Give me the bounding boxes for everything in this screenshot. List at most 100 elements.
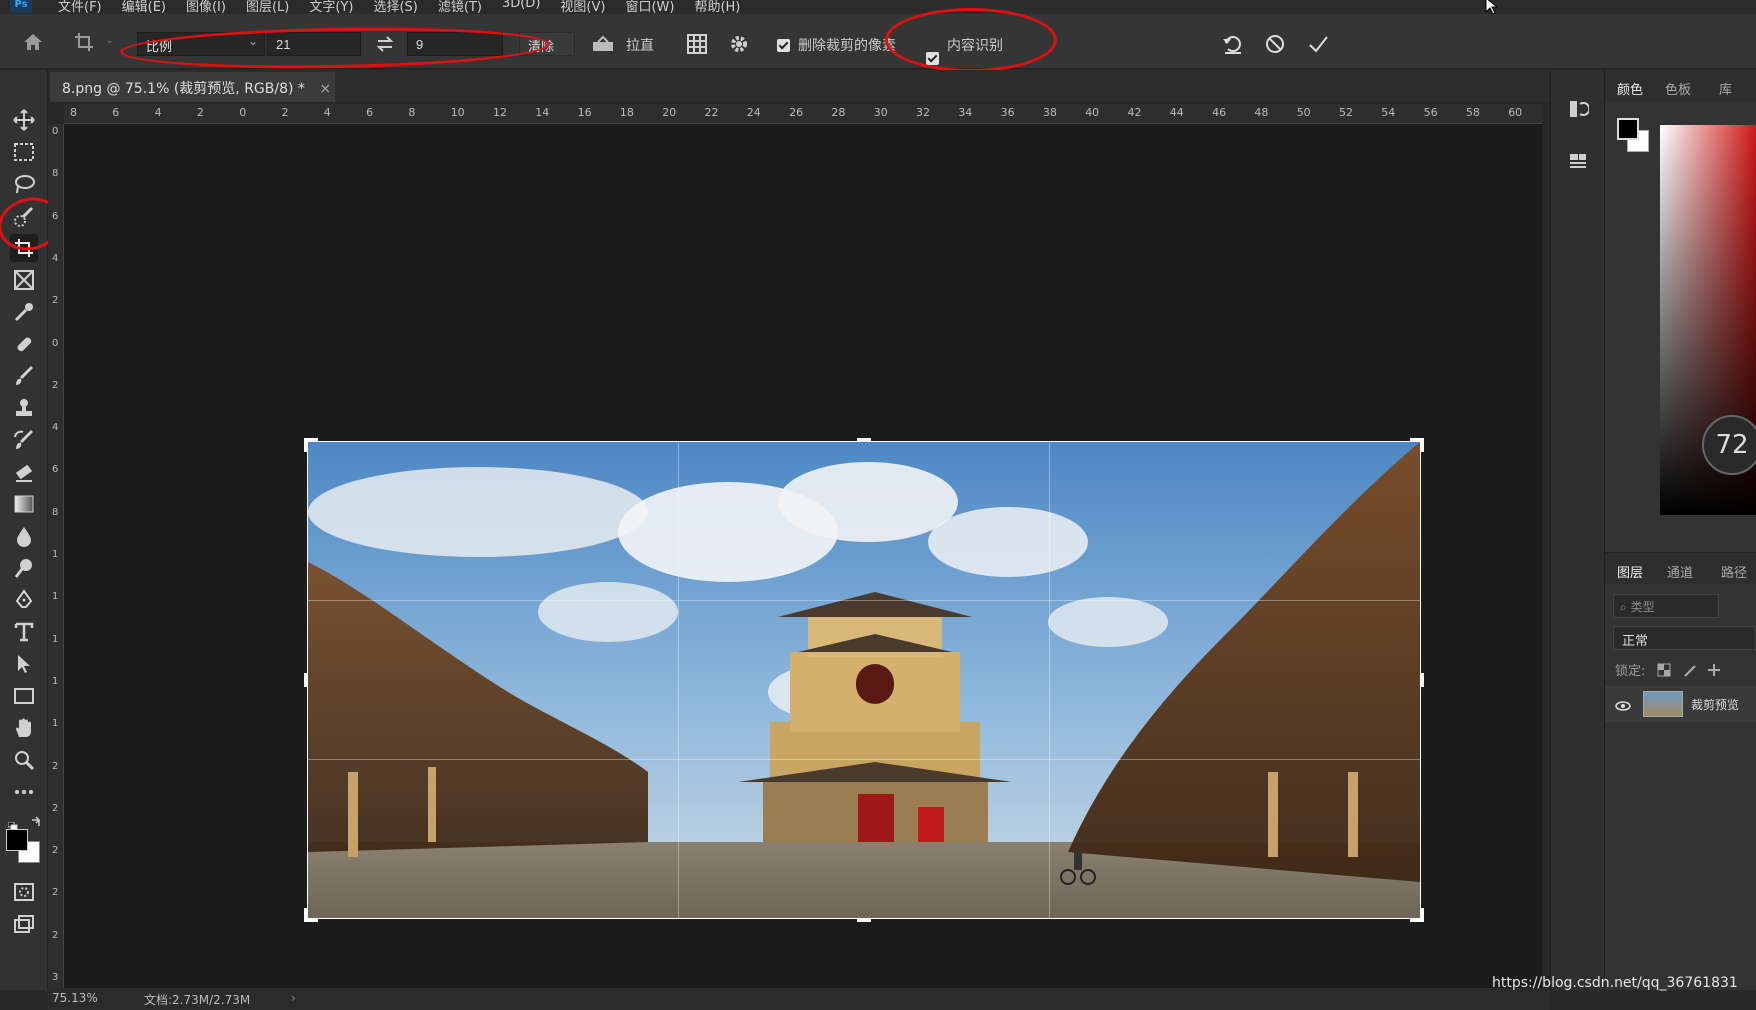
crop-handle-top-right[interactable] bbox=[1410, 438, 1424, 452]
ruler-tick-label: 38 bbox=[1042, 106, 1057, 119]
crop-preset-icon[interactable] bbox=[72, 29, 98, 55]
document-tab-title: 8.png @ 75.1% (裁剪预览, RGB/8) * bbox=[62, 81, 305, 97]
crop-preset-chevron-icon[interactable]: ⌄ bbox=[106, 36, 114, 46]
status-bar: 75.13% 文档:2.73M/2.73M › bbox=[48, 988, 1550, 1010]
home-icon[interactable] bbox=[20, 29, 46, 55]
screen-mode-icon[interactable] bbox=[10, 910, 38, 938]
menu-layer[interactable]: 图层(L) bbox=[246, 0, 289, 14]
menu-image[interactable]: 图像(I) bbox=[186, 0, 226, 14]
clone-stamp-tool-icon[interactable] bbox=[10, 394, 38, 422]
properties-panel-icon[interactable] bbox=[1565, 148, 1591, 174]
crop-handle-top-left[interactable] bbox=[304, 438, 318, 452]
eraser-tool-icon[interactable] bbox=[10, 458, 38, 486]
ruler-tick-label: 6 bbox=[112, 106, 120, 119]
ruler-tick-label: 0 bbox=[52, 337, 59, 349]
ruler-tick-label: 50 bbox=[1296, 106, 1311, 119]
straighten-icon[interactable] bbox=[590, 31, 616, 57]
ruler-tick-label: 4 bbox=[52, 422, 59, 434]
layer-row[interactable]: 裁剪预览 bbox=[1605, 686, 1756, 722]
swap-colors-icon[interactable] bbox=[30, 813, 42, 832]
menu-type[interactable]: 文字(Y) bbox=[309, 0, 353, 14]
ruler-tick-label: 2 bbox=[52, 379, 59, 391]
tab-paths[interactable]: 路径 bbox=[1721, 562, 1747, 581]
eyedropper-tool-icon[interactable] bbox=[10, 298, 38, 326]
crop-handle-left[interactable] bbox=[304, 673, 307, 687]
ruler-tick-label: 2 bbox=[281, 106, 289, 119]
crop-box[interactable] bbox=[307, 441, 1421, 919]
menu-filter[interactable]: 滤镜(T) bbox=[438, 0, 482, 14]
pen-tool-icon[interactable] bbox=[10, 586, 38, 614]
ruler-tick-label: 2 bbox=[52, 295, 59, 307]
tab-channels[interactable]: 通道 bbox=[1667, 562, 1693, 581]
document-tab[interactable]: 8.png @ 75.1% (裁剪预览, RGB/8) * × bbox=[50, 72, 335, 102]
zoom-level[interactable]: 75.13% bbox=[52, 991, 98, 1005]
menu-view[interactable]: 视图(V) bbox=[560, 0, 605, 14]
reset-icon[interactable] bbox=[1220, 31, 1246, 57]
dodge-tool-icon[interactable] bbox=[10, 554, 38, 582]
ruler-tick-label: 30 bbox=[873, 106, 888, 119]
gradient-tool-icon[interactable] bbox=[10, 490, 38, 518]
tab-layers[interactable]: 图层 bbox=[1617, 562, 1643, 581]
menu-help[interactable]: 帮助(H) bbox=[694, 0, 740, 14]
default-colors-icon[interactable] bbox=[7, 815, 18, 831]
menu-select[interactable]: 选择(S) bbox=[373, 0, 417, 14]
status-expand-icon[interactable]: › bbox=[291, 991, 296, 1005]
vertical-ruler[interactable]: 0 8 6 4 2 0 2 4 6 8 1 1 1 1 1 2 2 2 2 2 3 bbox=[48, 124, 64, 990]
path-select-tool-icon[interactable] bbox=[10, 650, 38, 678]
type-tool-icon[interactable] bbox=[10, 618, 38, 646]
ruler-tick-label: 40 bbox=[1085, 106, 1100, 119]
marquee-tool-icon[interactable] bbox=[10, 138, 38, 166]
ruler-tick-label: 8 bbox=[70, 106, 77, 119]
menu-3d[interactable]: 3D(D) bbox=[502, 0, 540, 14]
ruler-tick-label: 46 bbox=[1212, 106, 1227, 119]
tab-color[interactable]: 颜色 bbox=[1617, 79, 1643, 98]
healing-brush-tool-icon[interactable] bbox=[10, 330, 38, 358]
ruler-tick-label: 2 bbox=[196, 106, 204, 119]
delete-pixels-checkbox[interactable] bbox=[777, 39, 790, 52]
blend-mode-select[interactable]: 正常 bbox=[1613, 626, 1756, 650]
lock-position-icon[interactable] bbox=[1707, 662, 1721, 681]
history-brush-tool-icon[interactable] bbox=[10, 426, 38, 454]
tab-libraries[interactable]: 库 bbox=[1719, 79, 1732, 98]
layer-filter-input[interactable]: ⌕ 类型 bbox=[1613, 594, 1719, 618]
crop-handle-bottom-right[interactable] bbox=[1410, 908, 1424, 922]
blur-tool-icon[interactable] bbox=[10, 522, 38, 550]
gear-icon[interactable] bbox=[726, 31, 752, 57]
lock-pixels-icon[interactable] bbox=[1683, 662, 1697, 681]
hue-dial-value: 72 bbox=[1715, 430, 1749, 460]
brush-tool-icon[interactable] bbox=[10, 362, 38, 390]
crop-handle-right[interactable] bbox=[1421, 673, 1424, 687]
move-tool-icon[interactable] bbox=[10, 106, 38, 134]
hue-dial[interactable]: 72 bbox=[1702, 415, 1756, 475]
history-panel-icon[interactable] bbox=[1565, 96, 1591, 122]
close-tab-icon[interactable]: × bbox=[319, 81, 331, 97]
eye-visibility-icon[interactable] bbox=[1615, 697, 1631, 716]
cancel-icon[interactable] bbox=[1262, 31, 1288, 57]
grid-overlay-icon[interactable] bbox=[684, 31, 710, 57]
commit-check-icon[interactable] bbox=[1305, 31, 1331, 57]
horizontal-ruler[interactable]: 8 6 4 2 0 2 4 6 8 10 12 14 16 18 20 22 24 26 28 30 32 34 36 38 4… bbox=[64, 104, 1542, 124]
frame-tool-icon[interactable] bbox=[10, 266, 38, 294]
panel-foreground-swatch[interactable] bbox=[1617, 118, 1639, 140]
document-tab-bar: 8.png @ 75.1% (裁剪预览, RGB/8) * × bbox=[50, 70, 1558, 102]
straighten-label[interactable]: 拉直 bbox=[626, 35, 654, 55]
ruler-tick-label: 60 bbox=[1508, 106, 1523, 119]
lock-transparency-icon[interactable] bbox=[1657, 662, 1671, 681]
more-tools-icon[interactable] bbox=[10, 778, 38, 806]
lasso-tool-icon[interactable] bbox=[10, 170, 38, 198]
menu-items: 文件(F) 编辑(E) 图像(I) 图层(L) 文字(Y) 选择(S) 滤镜(T… bbox=[58, 0, 760, 14]
menu-edit[interactable]: 编辑(E) bbox=[122, 0, 166, 14]
menu-window[interactable]: 窗口(W) bbox=[625, 0, 674, 14]
zoom-tool-icon[interactable] bbox=[10, 746, 38, 774]
foreground-color-swatch[interactable] bbox=[6, 829, 28, 851]
tab-swatches[interactable]: 色板 bbox=[1665, 79, 1691, 98]
canvas-area[interactable] bbox=[64, 124, 1542, 990]
rectangle-tool-icon[interactable] bbox=[10, 682, 38, 710]
hand-tool-icon[interactable] bbox=[10, 714, 38, 742]
crop-handle-bottom[interactable] bbox=[857, 919, 871, 922]
crop-handle-bottom-left[interactable] bbox=[304, 908, 318, 922]
crop-handle-top[interactable] bbox=[857, 438, 871, 441]
ruler-tick-label: 1 bbox=[52, 549, 59, 560]
quick-mask-icon[interactable] bbox=[10, 878, 38, 906]
menu-file[interactable]: 文件(F) bbox=[58, 0, 102, 14]
